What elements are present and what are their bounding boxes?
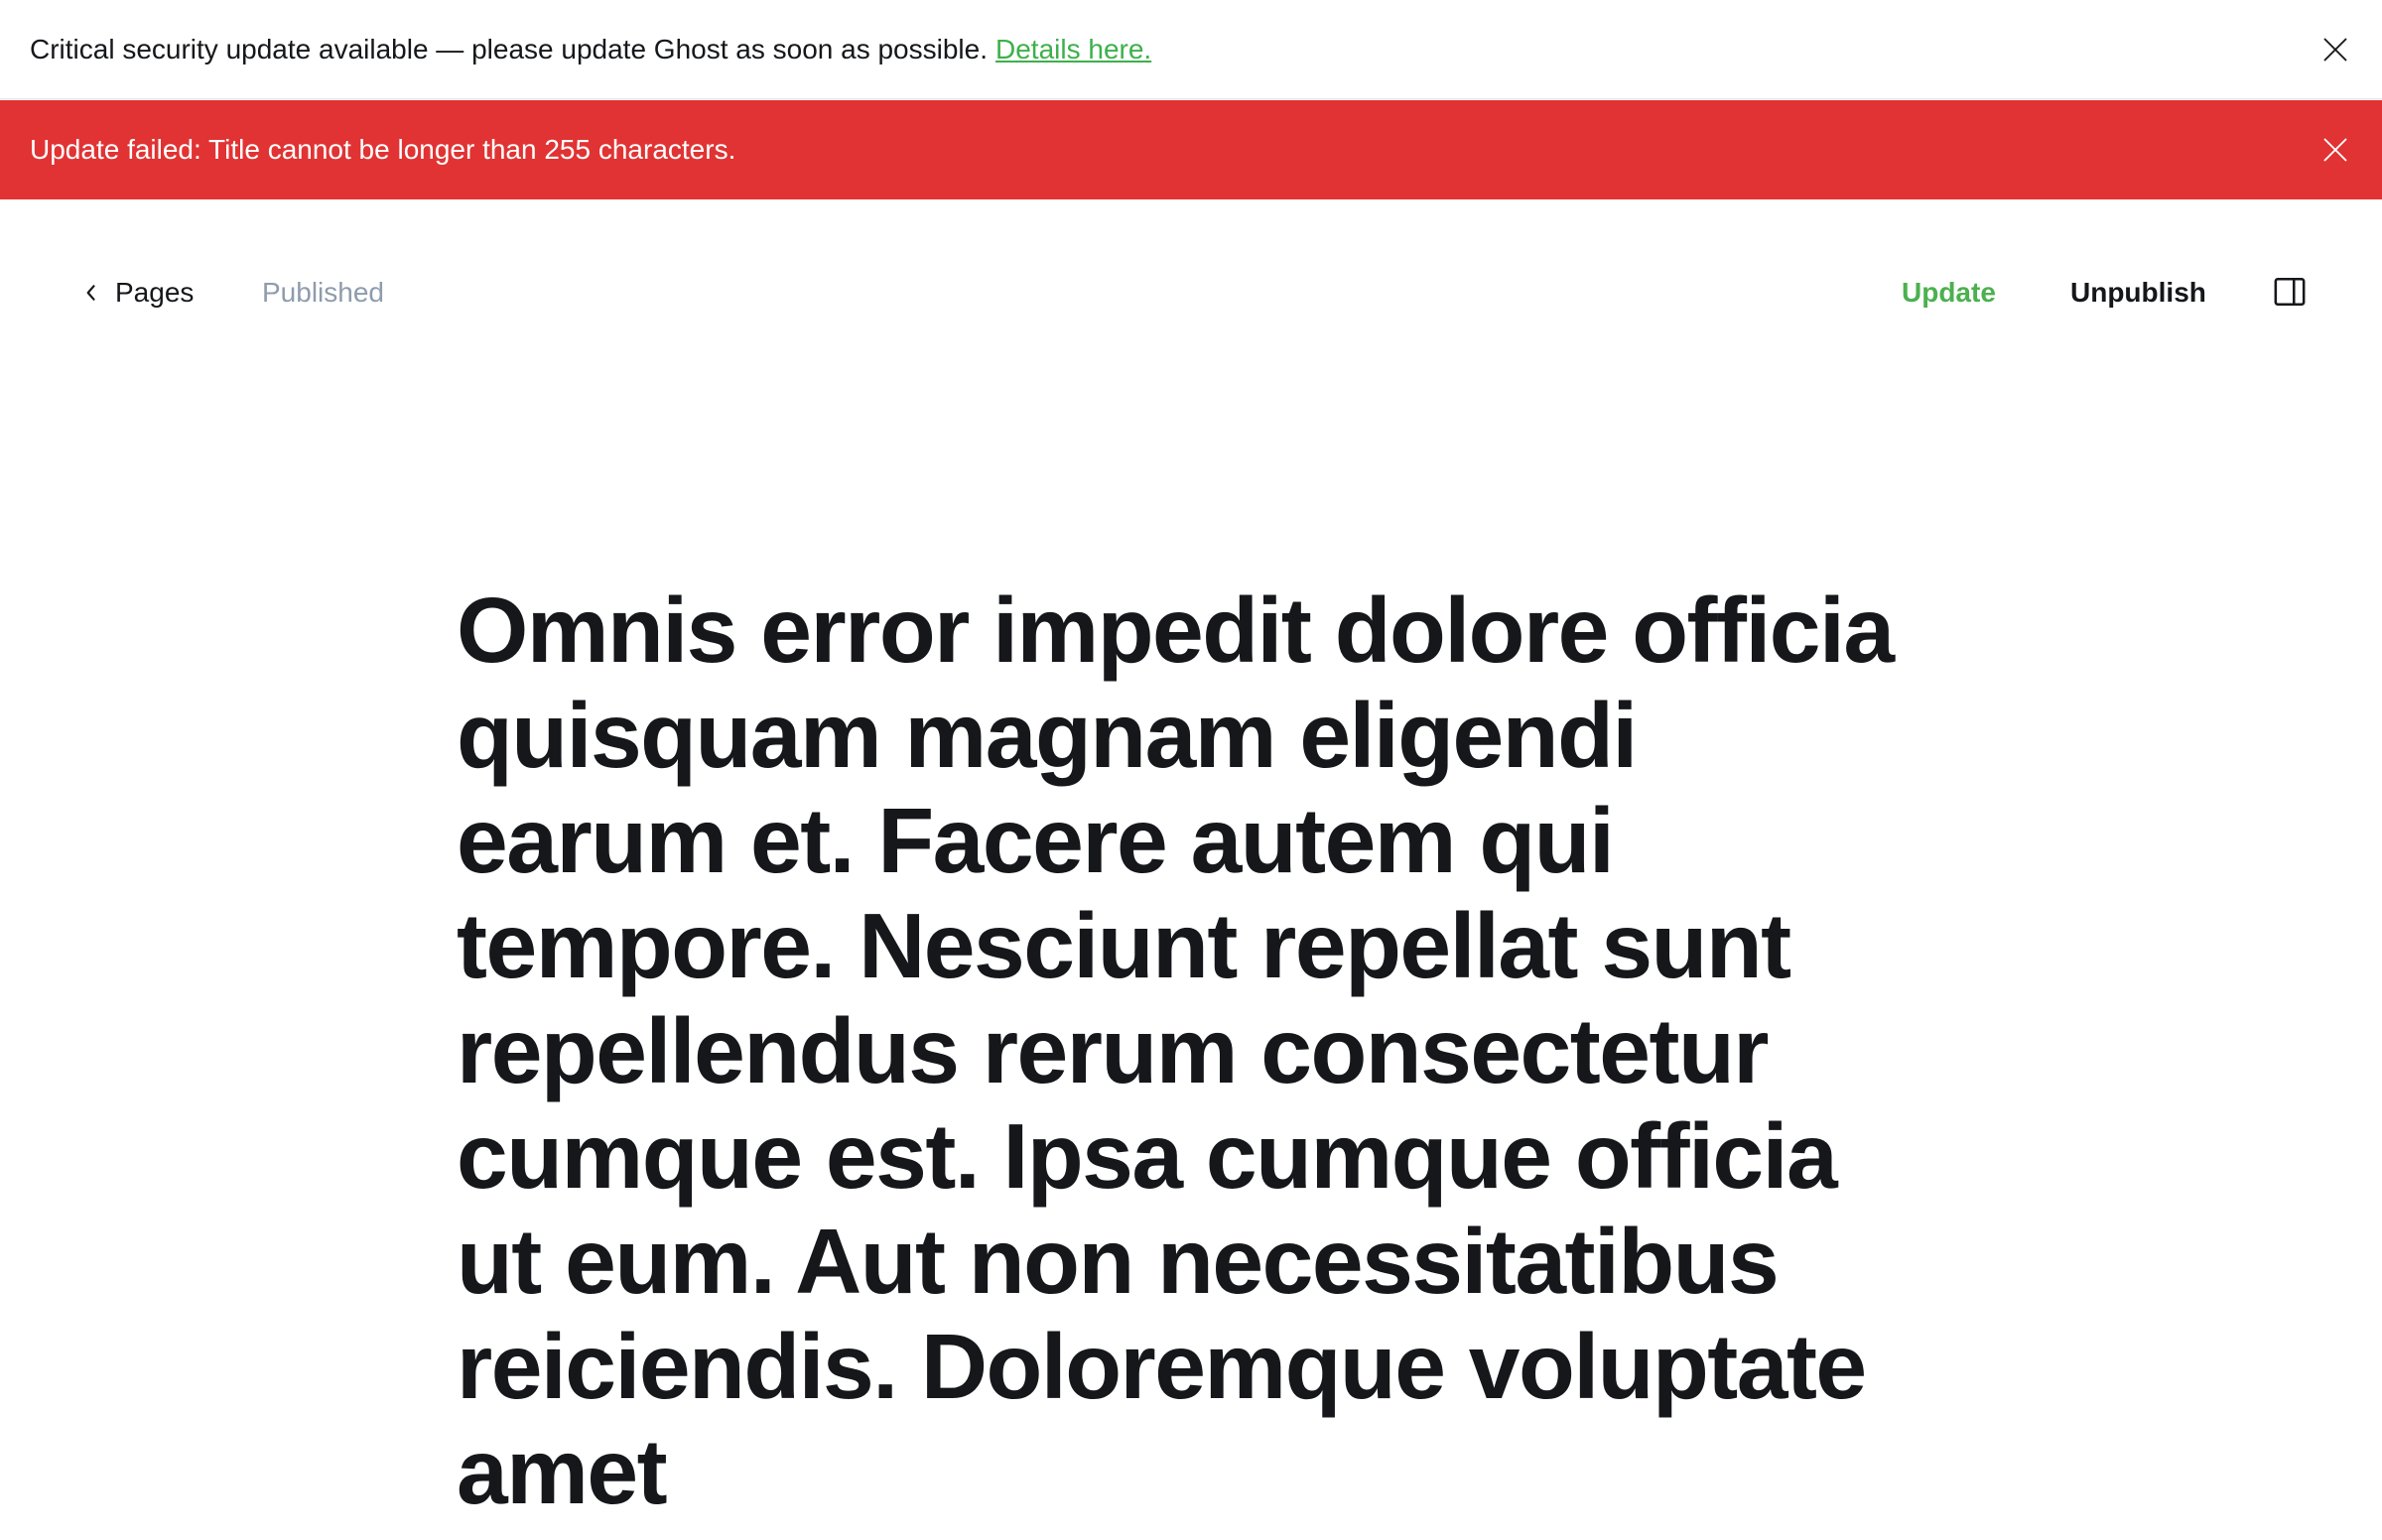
chevron-left-icon (86, 285, 95, 301)
close-icon (2323, 138, 2347, 162)
security-banner-message: Critical security update available — ple… (30, 33, 988, 64)
back-to-pages-link[interactable]: Pages (81, 253, 194, 332)
close-alert-button[interactable] (2318, 133, 2352, 167)
editor-header: Pages Published Update Unpublish (0, 253, 2382, 332)
error-alert: Update failed: Title cannot be longer th… (0, 100, 2382, 199)
details-link[interactable]: Details here. (995, 34, 1151, 65)
post-status: Published (262, 277, 384, 308)
back-link-label: Pages (115, 277, 195, 308)
post-title-editor[interactable]: Omnis error impedit dolore officia quisq… (457, 578, 1925, 1524)
unpublish-button[interactable]: Unpublish (2070, 253, 2206, 332)
error-alert-message: Update failed: Title cannot be longer th… (30, 134, 736, 165)
security-update-banner: Critical security update available — ple… (0, 0, 2382, 99)
settings-sidebar-toggle[interactable] (2273, 275, 2309, 311)
sidebar-panel-icon (2274, 277, 2306, 307)
close-banner-button[interactable] (2318, 33, 2352, 66)
close-icon (2323, 38, 2347, 61)
update-button[interactable]: Update (1902, 253, 1996, 332)
